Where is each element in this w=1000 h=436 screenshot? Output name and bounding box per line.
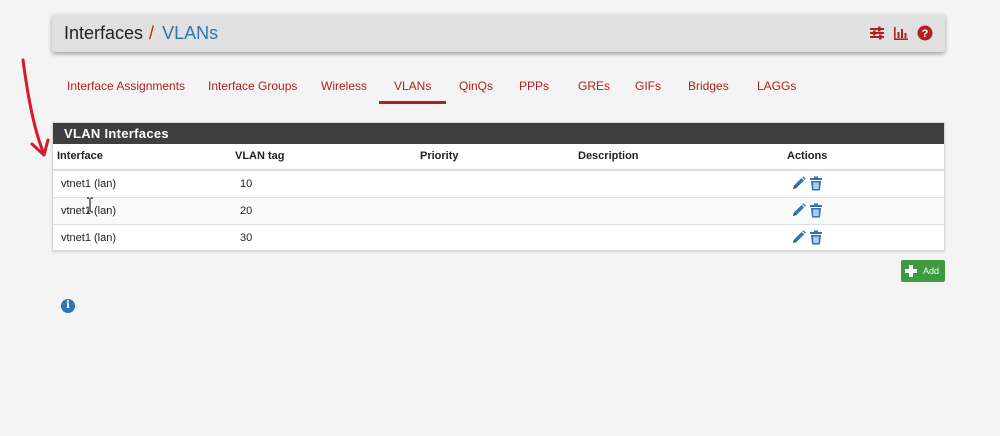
edit-pencil-icon[interactable] bbox=[792, 203, 806, 218]
delete-trash-icon[interactable] bbox=[809, 230, 823, 245]
panel-title: VLAN Interfaces bbox=[53, 123, 944, 144]
tab-bar: Interface Assignments Interface Groups W… bbox=[52, 70, 945, 104]
annotation-arrow bbox=[21, 58, 50, 157]
row-actions bbox=[792, 230, 823, 245]
tab-gifs[interactable]: GIFs bbox=[635, 70, 661, 104]
column-header-interface[interactable]: Interface bbox=[57, 150, 103, 162]
add-button[interactable]: Add bbox=[901, 260, 945, 282]
tab-qinqs[interactable]: QinQs bbox=[459, 70, 493, 104]
delete-trash-icon[interactable] bbox=[809, 176, 823, 191]
sliders-icon[interactable] bbox=[869, 25, 885, 41]
cell-interface: vtnet1 (lan) bbox=[61, 178, 117, 190]
edit-pencil-icon[interactable] bbox=[792, 176, 806, 191]
bar-chart-icon[interactable] bbox=[893, 25, 909, 41]
tab-vlans[interactable]: VLANs bbox=[378, 70, 447, 104]
table-row: vtnet1 (lan) 30 bbox=[53, 225, 944, 252]
plus-icon bbox=[905, 265, 917, 277]
breadcrumb-separator: / bbox=[149, 22, 155, 43]
table-row: vtnet1 (lan) 10 bbox=[53, 171, 944, 198]
header-icons: ? bbox=[869, 25, 933, 41]
vlan-interfaces-panel: VLAN Interfaces Interface VLAN tag Prior… bbox=[52, 122, 945, 251]
column-header-actions: Actions bbox=[787, 150, 828, 162]
tab-ppps[interactable]: PPPs bbox=[519, 70, 549, 104]
help-icon[interactable]: ? bbox=[917, 25, 933, 41]
cell-vlan-tag: 10 bbox=[240, 178, 253, 190]
row-actions bbox=[792, 203, 823, 218]
svg-text:?: ? bbox=[922, 28, 929, 40]
tab-interface-groups[interactable]: Interface Groups bbox=[208, 70, 297, 104]
row-actions bbox=[792, 176, 823, 191]
cell-interface: vtnet1 (lan) bbox=[61, 232, 117, 244]
tab-bridges[interactable]: Bridges bbox=[688, 70, 729, 104]
breadcrumb-bar: Interfaces / VLANs ? bbox=[52, 14, 945, 52]
cell-vlan-tag: 20 bbox=[240, 205, 253, 217]
text-cursor-icon bbox=[87, 197, 93, 213]
column-header-description[interactable]: Description bbox=[578, 150, 639, 162]
tab-laggs[interactable]: LAGGs bbox=[757, 70, 796, 104]
info-icon[interactable]: i bbox=[61, 299, 75, 313]
cell-vlan-tag: 30 bbox=[240, 232, 253, 244]
delete-trash-icon[interactable] bbox=[809, 203, 823, 218]
breadcrumb-current[interactable]: VLANs bbox=[162, 23, 218, 44]
column-header-priority[interactable]: Priority bbox=[420, 150, 459, 162]
edit-pencil-icon[interactable] bbox=[792, 230, 806, 245]
tab-gres[interactable]: GREs bbox=[578, 70, 610, 104]
table-row: vtnet1 (lan) 20 bbox=[53, 198, 944, 225]
breadcrumb-parent[interactable]: Interfaces bbox=[64, 23, 143, 44]
column-header-vlan-tag[interactable]: VLAN tag bbox=[235, 150, 285, 162]
tab-wireless[interactable]: Wireless bbox=[321, 70, 367, 104]
add-button-label: Add bbox=[923, 266, 940, 276]
tab-interface-assignments[interactable]: Interface Assignments bbox=[67, 70, 185, 104]
